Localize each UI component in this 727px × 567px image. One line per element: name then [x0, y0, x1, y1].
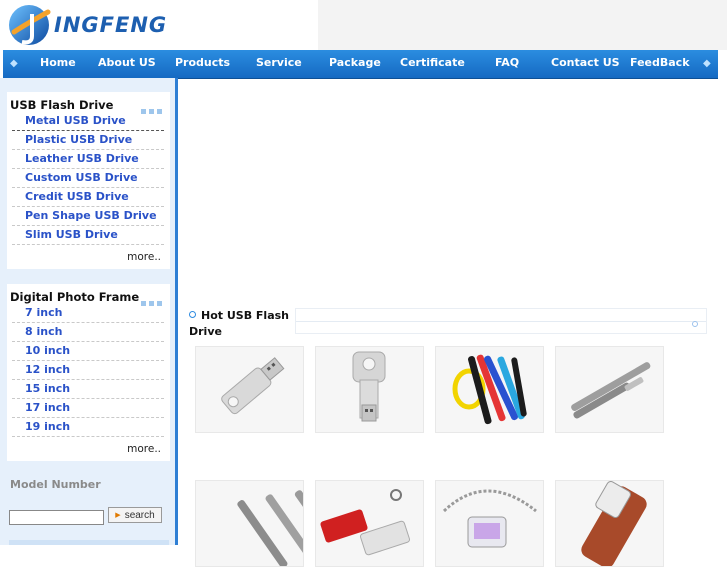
category-link[interactable]: Pen Shape USB Drive — [25, 209, 157, 222]
play-arrow-icon: ▶ — [115, 511, 121, 519]
product-thumbnail[interactable] — [435, 480, 544, 567]
nav-faq[interactable]: FAQ — [495, 56, 519, 69]
swivel-usb-icon — [320, 489, 410, 556]
divider — [12, 149, 164, 150]
divider — [12, 206, 164, 207]
category-link[interactable]: 7 inch — [25, 306, 62, 319]
main-nav: ◆ Home About US Products Service Package… — [3, 50, 718, 79]
key-shape-usb-icon — [352, 351, 386, 422]
category-link[interactable]: Credit USB Drive — [25, 190, 129, 203]
category-link[interactable]: 12 inch — [25, 363, 70, 376]
category-link[interactable]: 10 inch — [25, 344, 70, 357]
divider — [12, 130, 164, 131]
pen-set-usb-icon — [237, 490, 303, 566]
logo-text: INGFENG — [54, 13, 168, 37]
section-title: Hot USB Flash Drive — [189, 308, 289, 340]
product-thumbnail[interactable] — [315, 480, 424, 567]
leather-usb-icon — [581, 481, 647, 566]
panel-dots-icon — [138, 99, 162, 118]
divider — [12, 244, 164, 245]
divider — [12, 225, 164, 226]
model-number-input[interactable] — [9, 510, 104, 525]
divider — [12, 168, 164, 169]
divider — [12, 417, 164, 418]
section-header-bar — [295, 308, 707, 334]
nav-about[interactable]: About US — [98, 56, 156, 69]
divider — [12, 360, 164, 361]
product-thumbnail[interactable] — [555, 346, 664, 433]
nav-certificate[interactable]: Certificate — [400, 56, 465, 69]
nav-service[interactable]: Service — [256, 56, 302, 69]
product-thumbnail[interactable] — [555, 480, 664, 567]
divider — [12, 379, 164, 380]
section-title-text: Hot USB Flash Drive — [189, 309, 290, 338]
category-link[interactable]: 8 inch — [25, 325, 62, 338]
product-thumbnail[interactable] — [195, 346, 304, 433]
nav-diamond-icon: ◆ — [703, 58, 711, 69]
category-link[interactable]: Leather USB Drive — [25, 152, 139, 165]
nav-home[interactable]: Home — [40, 56, 76, 69]
divider — [12, 398, 164, 399]
more-link[interactable]: more.. — [127, 251, 161, 263]
category-link[interactable]: Custom USB Drive — [25, 171, 138, 184]
model-number-label: Model Number — [10, 478, 101, 491]
category-link[interactable]: Plastic USB Drive — [25, 133, 132, 146]
category-link[interactable]: Metal USB Drive — [25, 114, 126, 127]
product-thumbnail[interactable] — [435, 346, 544, 433]
category-link[interactable]: 17 inch — [25, 401, 70, 414]
search-button[interactable]: ▶ search — [108, 507, 162, 523]
divider — [12, 322, 164, 323]
logo-icon — [9, 5, 51, 45]
wristband-usb-icon — [452, 354, 527, 425]
circle-bullet-icon — [189, 311, 196, 318]
photo-frame-panel: Digital Photo Frame 7 inch 8 inch 10 inc… — [7, 284, 170, 461]
product-thumbnail[interactable] — [315, 346, 424, 433]
header: INGFENG — [0, 0, 727, 50]
nav-contact[interactable]: Contact US — [551, 56, 620, 69]
silver-key-usb-icon — [221, 357, 285, 415]
nav-diamond-icon: ◆ — [10, 58, 18, 69]
jewelry-chain-usb-icon — [442, 489, 537, 548]
divider — [12, 341, 164, 342]
circle-icon — [692, 321, 698, 327]
search-button-label: search — [124, 509, 155, 521]
usb-category-panel: USB Flash Drive Metal USB Drive Plastic … — [7, 92, 170, 269]
divider — [296, 321, 706, 322]
nav-feedback[interactable]: FeedBack — [630, 56, 690, 69]
nav-products[interactable]: Products — [175, 56, 230, 69]
panel-title: Digital Photo Frame — [10, 290, 140, 304]
more-link[interactable]: more.. — [127, 443, 161, 455]
sidebar-bottom-strip — [9, 540, 169, 545]
pen-usb-icon — [571, 362, 651, 419]
category-link[interactable]: 19 inch — [25, 420, 70, 433]
category-link[interactable]: 15 inch — [25, 382, 70, 395]
nav-package[interactable]: Package — [329, 56, 381, 69]
header-banner-area — [318, 0, 727, 50]
product-thumbnail[interactable] — [195, 480, 304, 567]
divider — [12, 187, 164, 188]
sidebar-divider — [175, 78, 178, 545]
panel-dots-icon — [138, 291, 162, 310]
logo[interactable]: INGFENG — [4, 2, 204, 48]
category-link[interactable]: Slim USB Drive — [25, 228, 118, 241]
panel-title: USB Flash Drive — [10, 98, 114, 112]
divider — [12, 436, 164, 437]
